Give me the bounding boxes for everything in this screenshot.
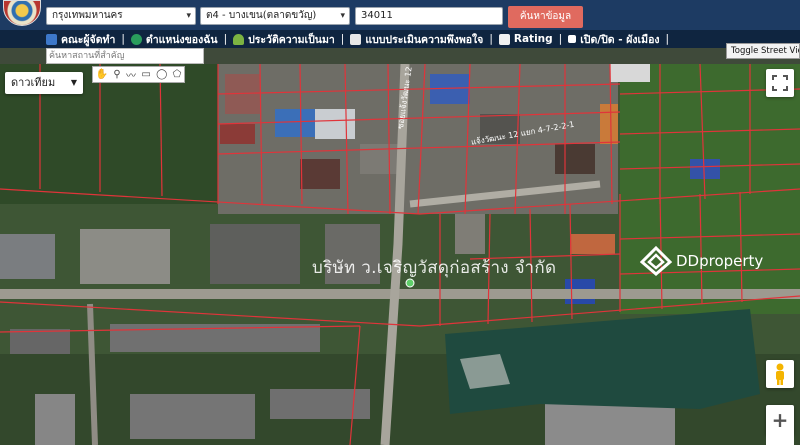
zoom-out-button[interactable] — [766, 435, 794, 445]
menu-item-label: ประวัติความเป็นมา — [248, 33, 335, 46]
parcel-code-input[interactable]: 34011 — [355, 7, 503, 25]
menu-item-label: เปิด/ปิด - ผังเมือง — [580, 33, 660, 46]
hand-icon[interactable]: ✋ — [96, 69, 108, 80]
tree-icon — [233, 33, 245, 45]
circle-icon[interactable]: ◯ — [156, 69, 167, 80]
menu-separator: | — [121, 33, 125, 45]
district-select-value: ต4 - บางเขน(ตลาดขวัญ) — [206, 10, 317, 21]
rectangle-icon[interactable]: ▭ — [141, 69, 150, 80]
province-select[interactable]: กรุงเทพมหานคร ▾ — [46, 7, 196, 25]
map-type-select[interactable]: ดาวเทียม ▼ — [5, 72, 83, 94]
menu-item-my-location[interactable]: ตำแหน่งของฉัน — [130, 31, 218, 48]
ddproperty-brand-text: DDproperty — [676, 252, 764, 270]
chevron-down-icon: ▼ — [70, 78, 77, 87]
fullscreen-button[interactable] — [766, 69, 794, 97]
search-button[interactable]: ค้นหาข้อมูล — [508, 6, 583, 28]
menu-separator: | — [340, 33, 345, 45]
menu-item-label: แบบประเมินความพึงพอใจ — [365, 33, 484, 46]
menu-separator: | — [558, 33, 563, 45]
district-select[interactable]: ต4 - บางเขน(ตลาดขวัญ) ▾ — [200, 7, 350, 25]
menu-item-zoning-toggle[interactable]: เปิด/ปิด - ผังเมือง — [568, 31, 660, 48]
bangkok-seal-logo — [3, 0, 41, 26]
pegman-icon — [776, 363, 784, 385]
square-icon — [568, 35, 577, 43]
chevron-down-icon: ▾ — [340, 11, 345, 21]
province-select-value: กรุงเทพมหานคร — [52, 10, 123, 21]
marker-icon[interactable]: ⚲ — [113, 69, 120, 80]
document-icon — [350, 33, 362, 45]
menu-item-label: Rating — [513, 33, 553, 45]
menu-separator: | — [665, 33, 670, 45]
main-menu: คณะผู้จัดทำ | ตำแหน่งของฉัน | ประวัติควา… — [46, 30, 675, 48]
place-search-input[interactable]: ค้นหาสถานที่สำคัญ — [46, 48, 204, 64]
menu-item-survey[interactable]: แบบประเมินความพึงพอใจ — [350, 31, 483, 48]
chevron-down-icon: ▾ — [186, 11, 191, 21]
chart-icon — [498, 33, 510, 45]
drawing-toolbar: ✋ ⚲ 〰 ▭ ◯ ⬠ — [92, 66, 185, 83]
ddproperty-watermark: DDproperty — [640, 246, 763, 276]
menu-item-label: ตำแหน่งของฉัน — [145, 33, 218, 46]
menu-item-label: คณะผู้จัดทำ — [61, 33, 116, 46]
map-type-value: ดาวเทียม — [11, 76, 56, 89]
top-bar: กรุงเทพมหานคร ▾ ต4 - บางเขน(ตลาดขวัญ) ▾ … — [0, 0, 800, 30]
menu-item-rating[interactable]: Rating — [498, 33, 553, 45]
toggle-street-view-button[interactable]: Toggle Street View — [726, 43, 800, 59]
zoom-in-button[interactable]: + — [766, 405, 794, 435]
globe-icon — [130, 33, 142, 45]
parcel-code-value: 34011 — [361, 10, 393, 21]
polygon-icon[interactable]: ⬠ — [173, 69, 182, 80]
menu-item-history[interactable]: ประวัติความเป็นมา — [233, 31, 335, 48]
ddproperty-logo-icon — [640, 246, 672, 276]
menu-separator: | — [223, 33, 228, 45]
menu-separator: | — [489, 33, 493, 45]
company-watermark: บริษัท ว.เจริญวัสดุก่อสร้าง จำกัด — [312, 258, 557, 278]
street-view-pegman[interactable] — [766, 360, 794, 388]
polyline-icon[interactable]: 〰 — [126, 67, 136, 82]
menu-item-team[interactable]: คณะผู้จัดทำ — [46, 31, 115, 48]
building-icon — [46, 33, 57, 45]
menu-bar: คณะผู้จัดทำ | ตำแหน่งของฉัน | ประวัติควา… — [0, 30, 800, 48]
fullscreen-icon — [772, 75, 788, 91]
